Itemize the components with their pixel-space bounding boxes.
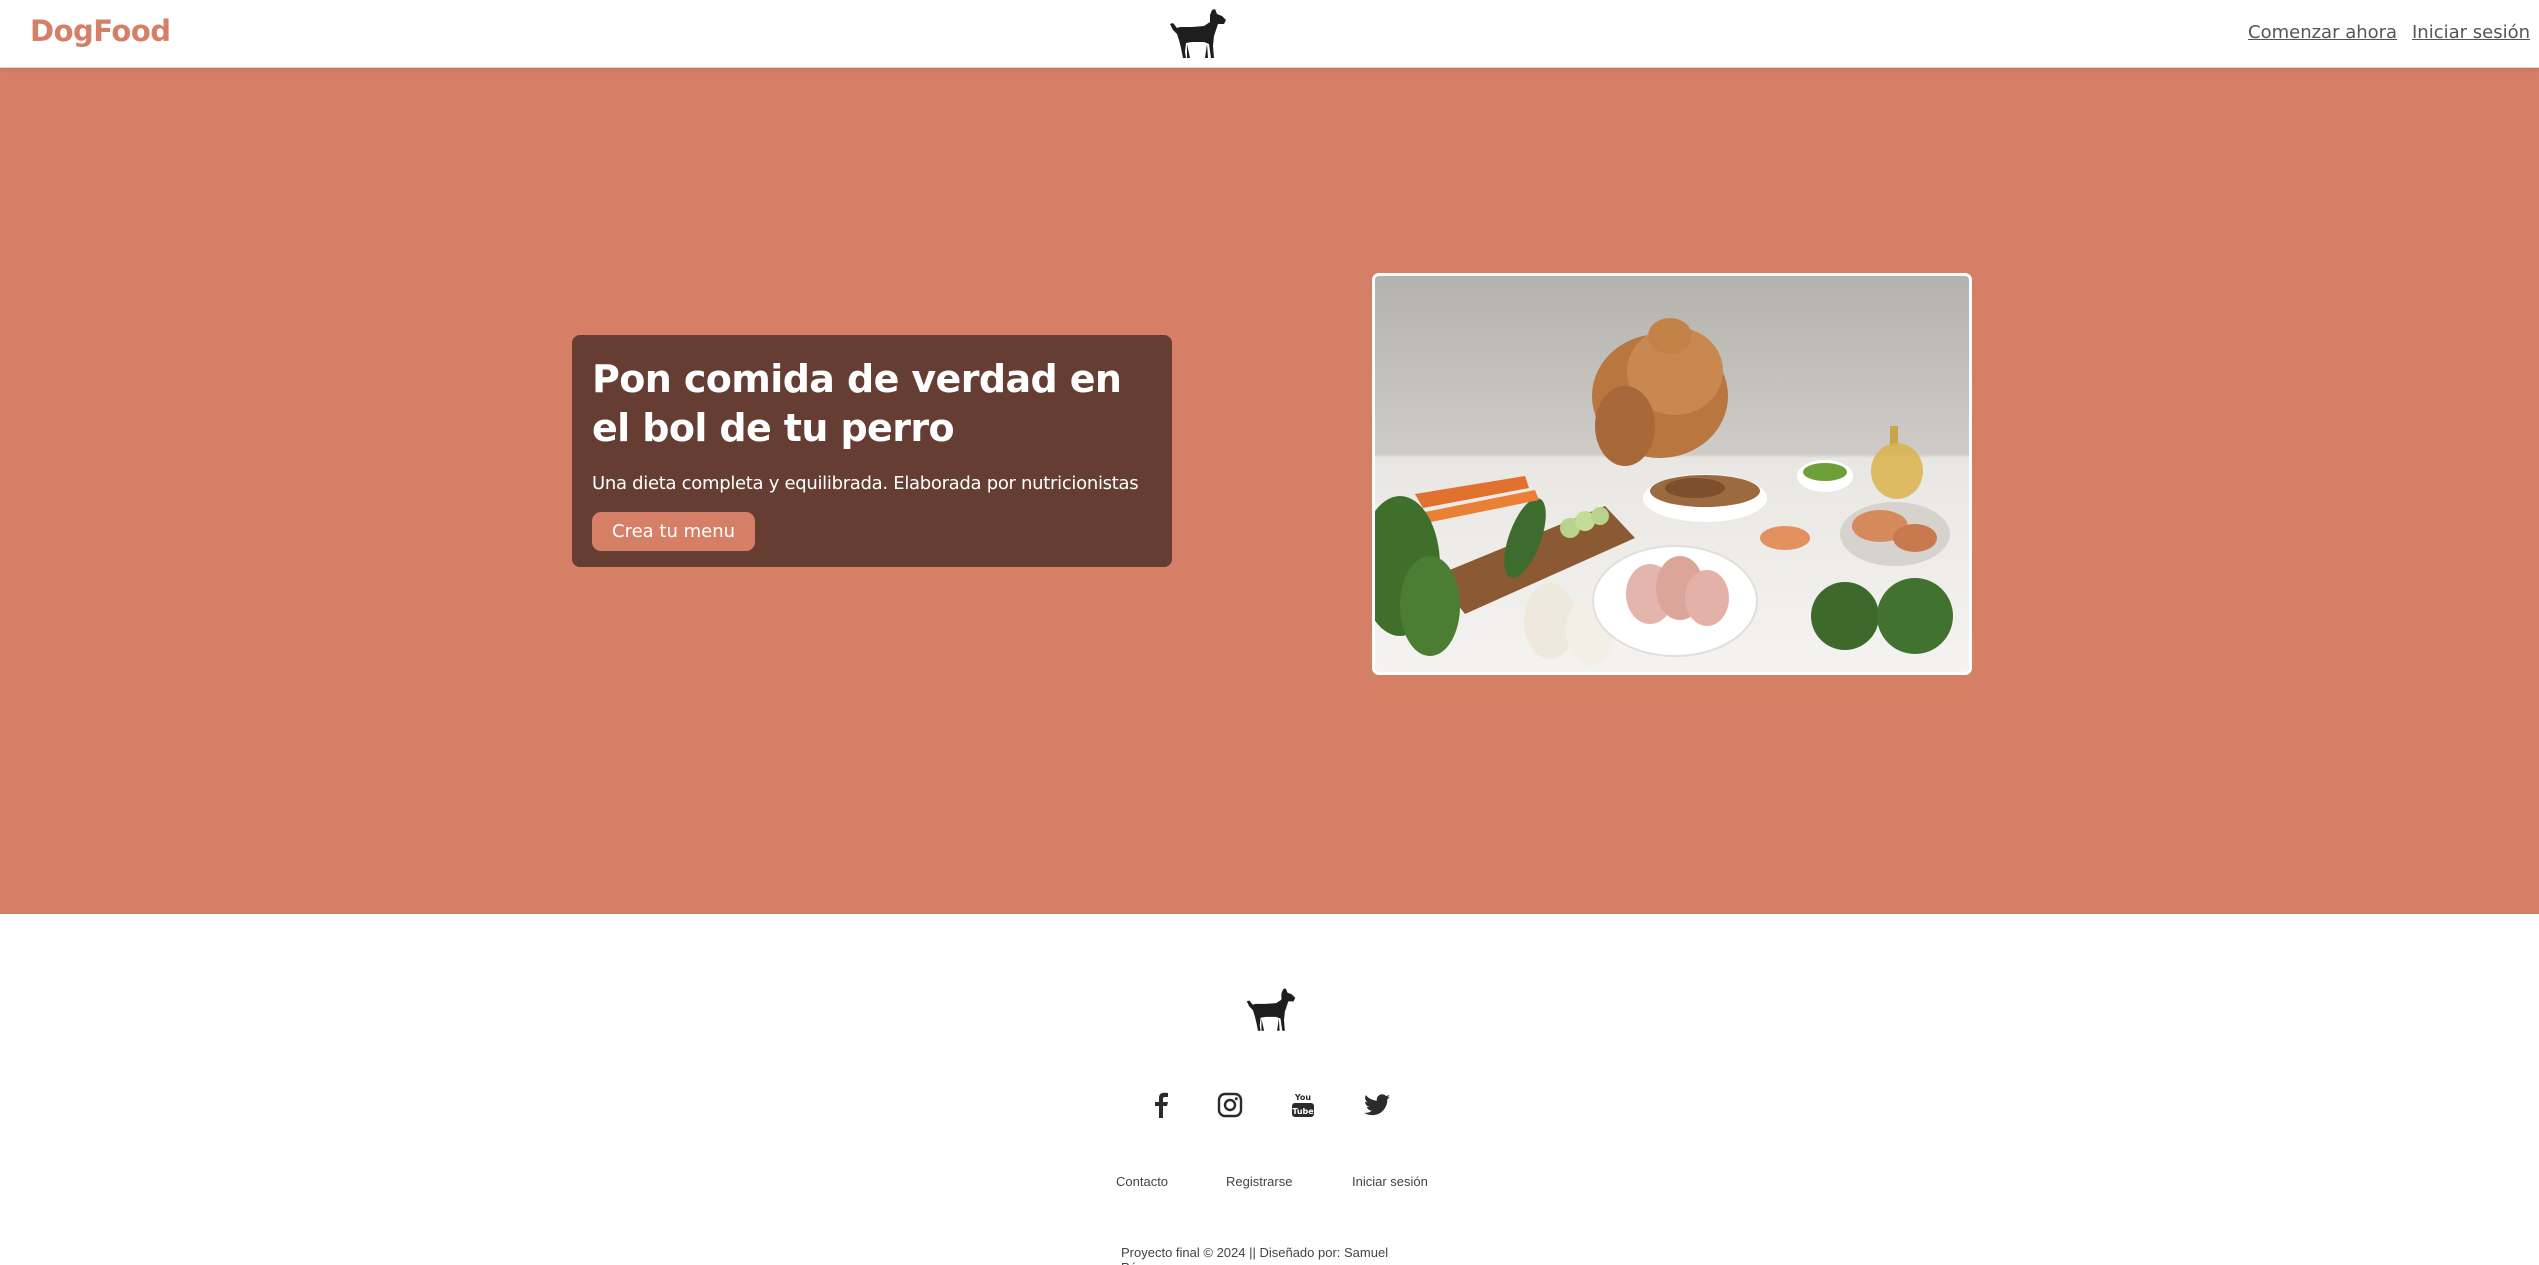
footer-link-register[interactable]: Registrarse [1226, 1174, 1292, 1189]
navbar: DogFood Comenzar ahora Iniciar sesión [0, 0, 2539, 68]
brand-logo-link[interactable]: DogFood [30, 14, 171, 48]
dog-silhouette-icon[interactable] [1168, 6, 1228, 62]
hero-section: Pon comida de verdad en el bol de tu per… [0, 68, 2539, 914]
login-link[interactable]: Iniciar sesión [2412, 22, 2530, 43]
dog-silhouette-icon [1246, 988, 1296, 1031]
copyright-text: Proyecto final © 2024 || Diseñado por: S… [1121, 1245, 1389, 1265]
hero-photo [1372, 273, 1972, 675]
start-now-link[interactable]: Comenzar ahora [2248, 22, 2397, 43]
instagram-icon[interactable] [1215, 1090, 1245, 1120]
svg-text:You: You [1294, 1093, 1312, 1102]
footer-link-contact[interactable]: Contacto [1116, 1174, 1168, 1189]
facebook-icon[interactable] [1146, 1090, 1176, 1120]
dog-eating-food-photo [1375, 318, 1953, 665]
youtube-icon[interactable]: You Tube [1288, 1090, 1318, 1120]
hero-card: Pon comida de verdad en el bol de tu per… [572, 335, 1172, 567]
svg-text:Tube: Tube [1292, 1107, 1314, 1116]
create-menu-button[interactable]: Crea tu menu [592, 512, 756, 551]
hero-subtitle: Una dieta completa y equilibrada. Elabor… [592, 473, 1139, 494]
hero-title: Pon comida de verdad en el bol de tu per… [592, 357, 1122, 450]
twitter-icon[interactable] [1362, 1090, 1392, 1120]
footer-link-login[interactable]: Iniciar sesión [1352, 1174, 1428, 1189]
